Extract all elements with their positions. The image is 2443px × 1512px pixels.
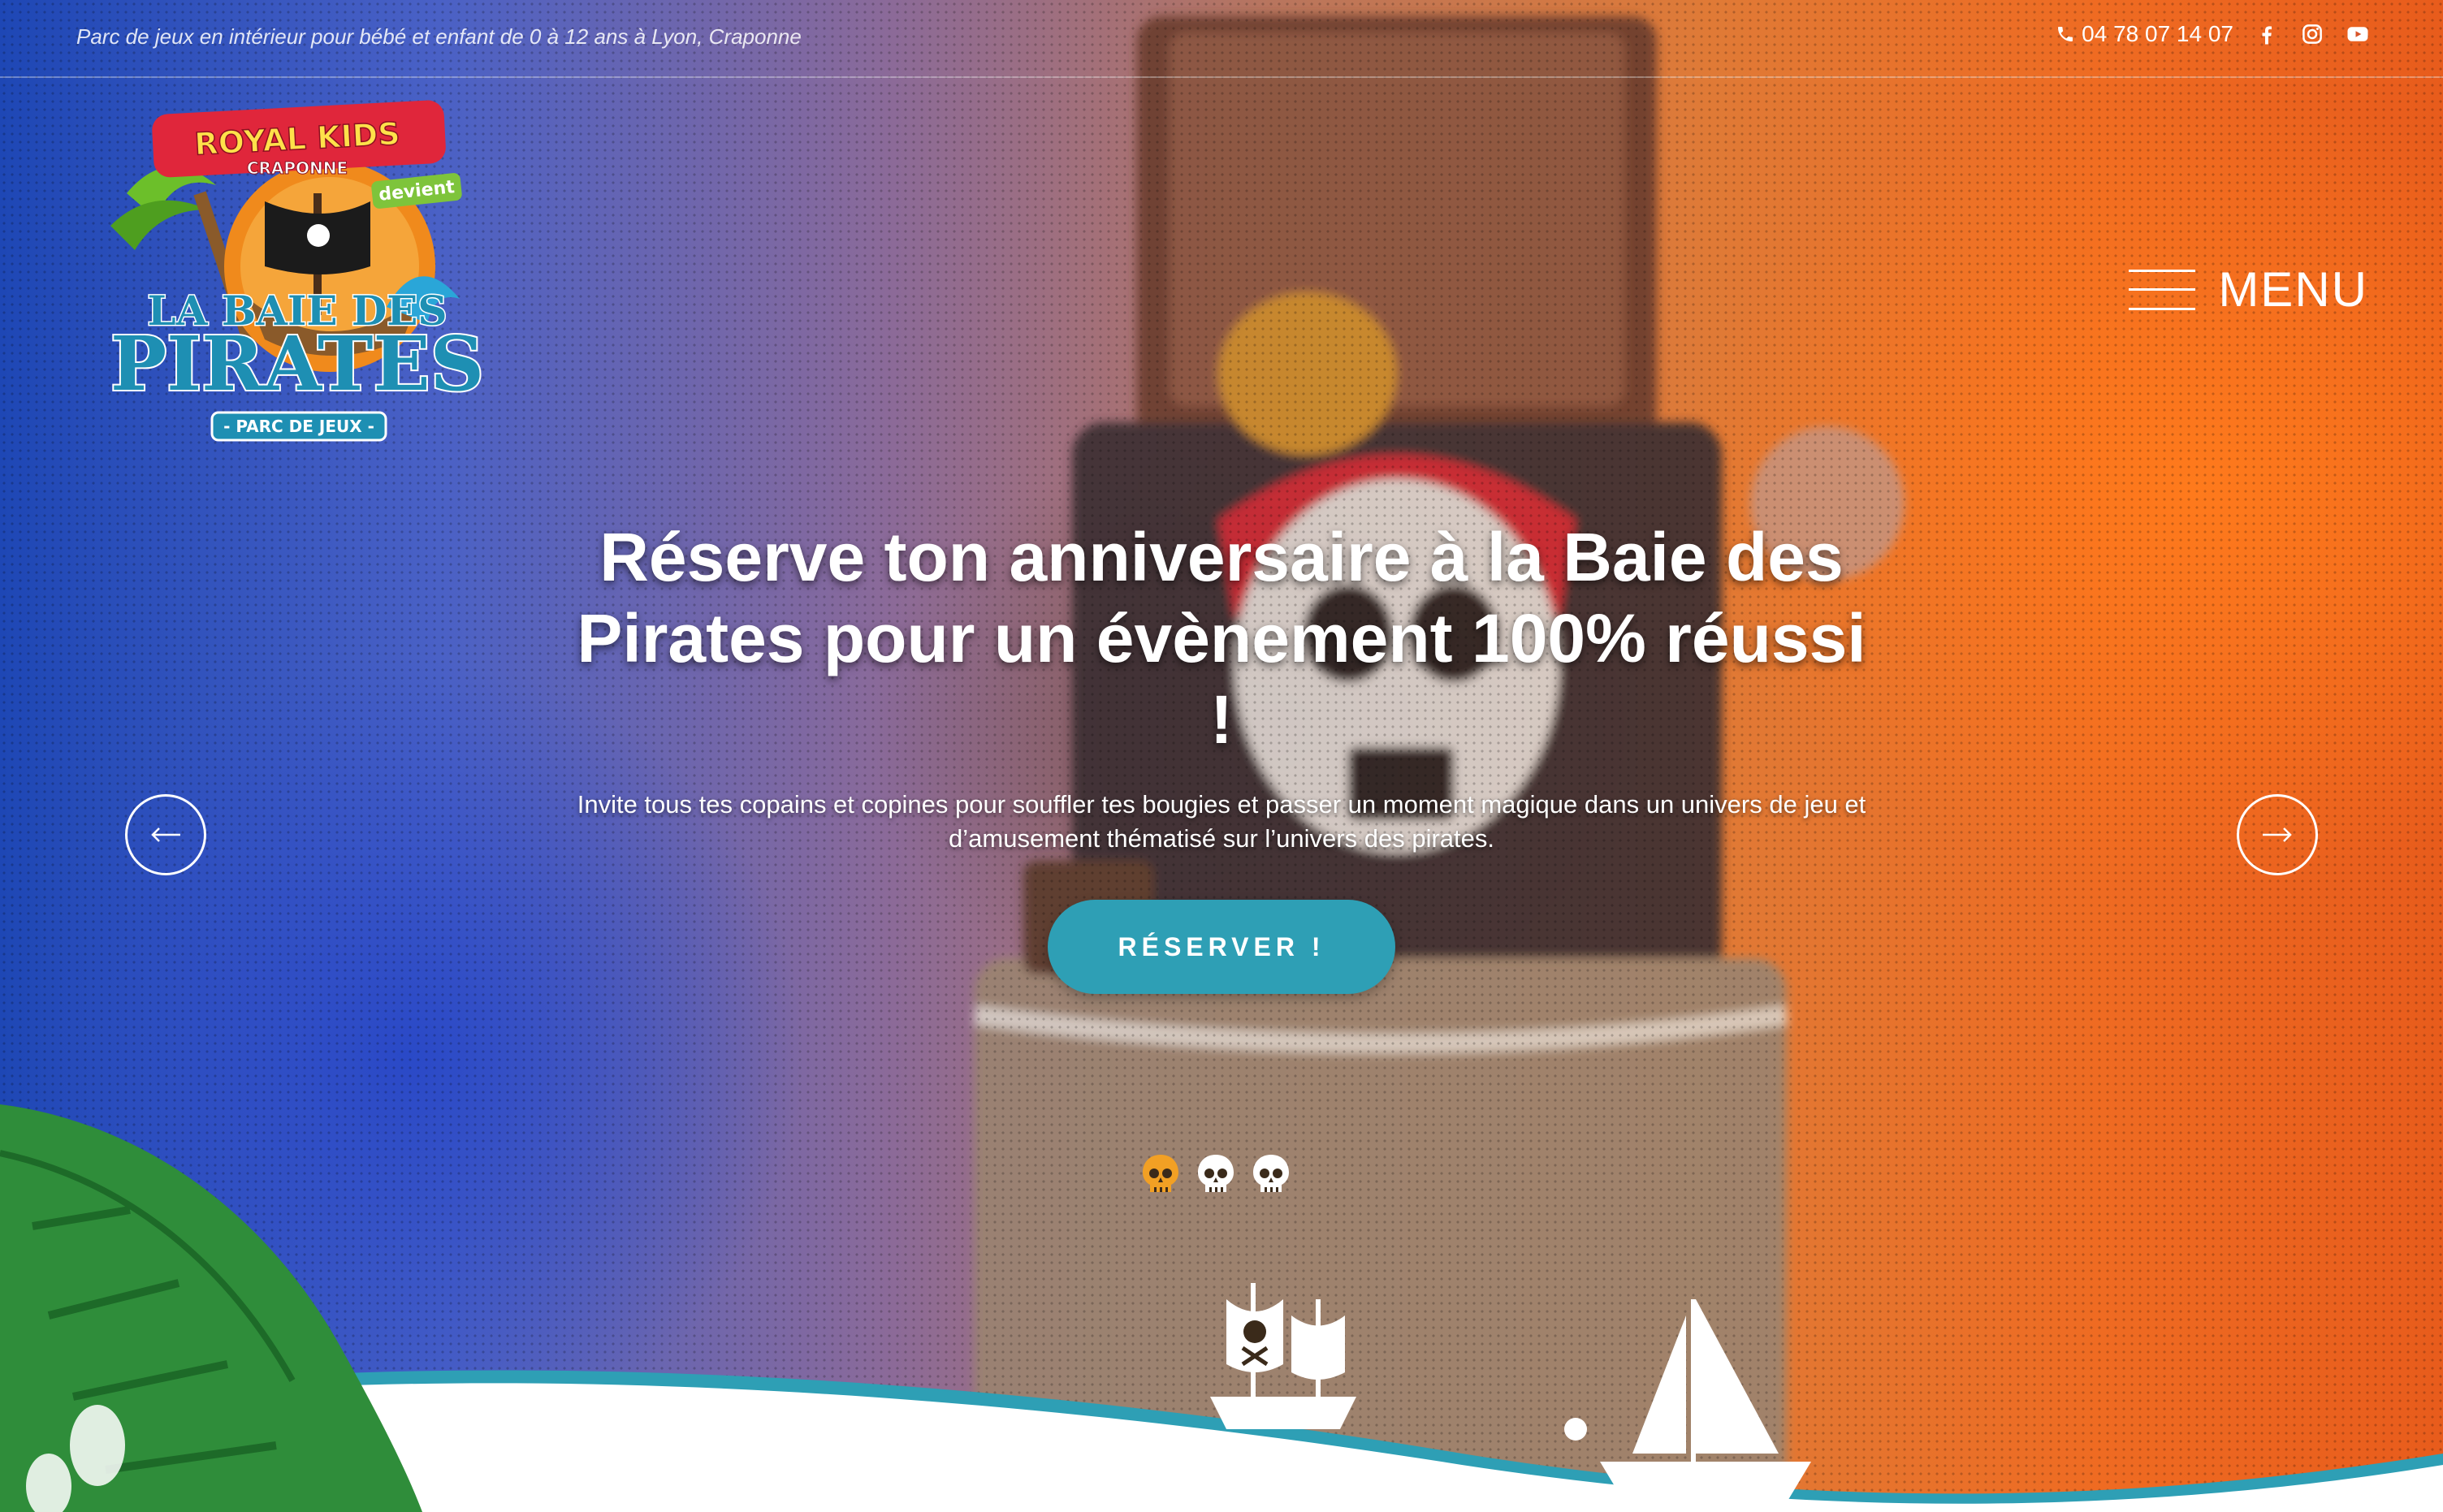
skull-dot-icon[interactable] [1140, 1153, 1181, 1197]
phone-number: 04 78 07 14 07 [2082, 21, 2233, 46]
slider-next-button[interactable] [2237, 794, 2318, 875]
slider-prev-button[interactable] [125, 794, 206, 875]
top-bar: Parc de jeux en intérieur pour bébé et e… [0, 0, 2443, 78]
slide-title: Réserve ton anniversaire à la Baie des P… [577, 519, 1866, 758]
youtube-icon[interactable] [2346, 22, 2370, 46]
menu-toggle[interactable]: MENU [2129, 261, 2368, 318]
phone-icon [2058, 27, 2073, 41]
pirate-ships-illustration [1210, 1283, 1811, 1502]
slider-pagination [1140, 1153, 1291, 1197]
slide-description: Invite tous tes copains et copines pour … [577, 790, 1866, 853]
arrow-right-icon [2263, 827, 2292, 842]
logo-ribbon: - PARC DE JEUX - [223, 417, 374, 436]
hero-slider: Parc de jeux en intérieur pour bébé et e… [0, 0, 2443, 1512]
palm-leaf-decoration [0, 1104, 422, 1512]
logo-brand-sub: CRAPONNE [247, 158, 348, 178]
site-tagline: Parc de jeux en intérieur pour bébé et e… [76, 24, 802, 49]
phone-link[interactable]: 04 78 07 14 07 [2056, 21, 2233, 47]
menu-label: MENU [2218, 262, 2368, 317]
facebook-icon[interactable] [2255, 22, 2279, 46]
hamburger-icon [2129, 268, 2196, 312]
logo-name-line2: PIRATES [110, 320, 484, 408]
skull-dot-icon[interactable] [1251, 1153, 1291, 1197]
skull-dot-icon[interactable] [1196, 1153, 1236, 1197]
contact-bar: 04 78 07 14 07 [2056, 21, 2370, 47]
instagram-icon[interactable] [2300, 22, 2324, 46]
site-logo[interactable]: ROYAL KIDS CRAPONNE devient LA BAIE DES … [78, 96, 517, 445]
arrow-left-icon [151, 827, 180, 842]
reserve-button[interactable]: RÉSERVER ! [1048, 900, 1395, 994]
